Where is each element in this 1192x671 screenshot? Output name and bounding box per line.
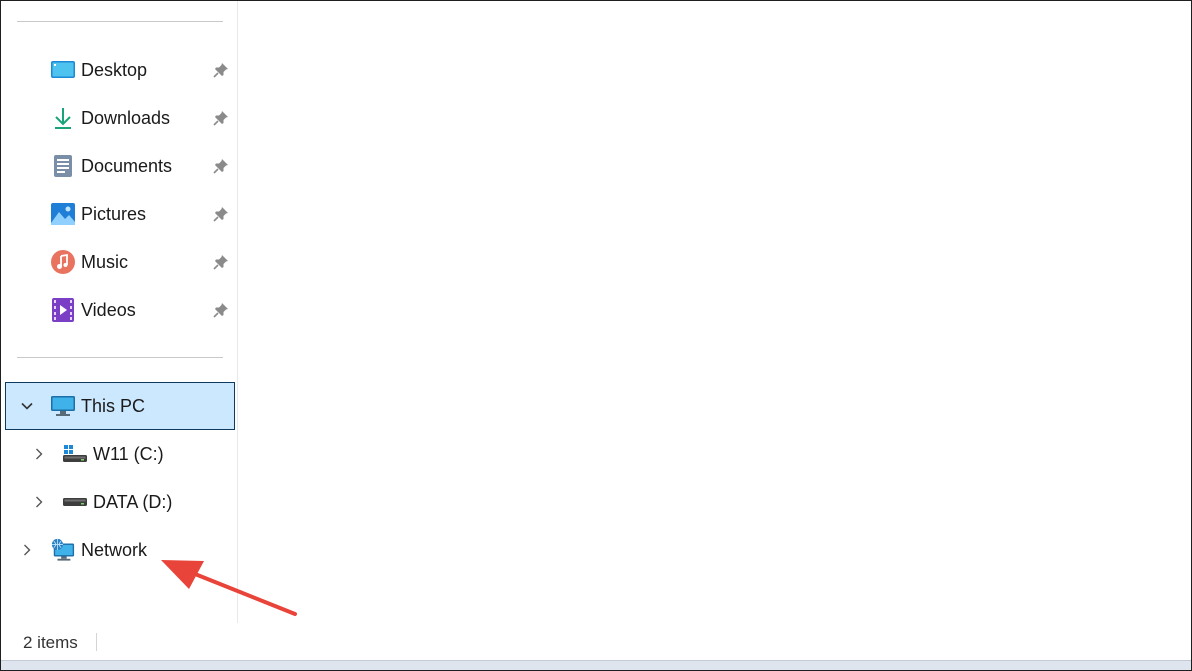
nav-item-pictures[interactable]: Pictures xyxy=(5,191,235,237)
nav-item-music[interactable]: Music xyxy=(5,239,235,285)
pin-icon[interactable] xyxy=(212,61,230,79)
nav-item-label: W11 (C:) xyxy=(93,444,164,464)
item-count: 2 items xyxy=(23,633,78,652)
chevron-right-icon[interactable] xyxy=(20,543,34,557)
nav-item-label: Pictures xyxy=(81,204,147,224)
network-icon xyxy=(51,538,75,562)
nav-item-drive-c[interactable]: W11 (C:) xyxy=(5,431,235,477)
chevron-down-icon[interactable] xyxy=(20,399,34,413)
chevron-right-icon[interactable] xyxy=(32,495,46,509)
file-list-area[interactable] xyxy=(238,1,1191,623)
monitor-icon xyxy=(51,394,75,418)
music-icon xyxy=(51,250,75,274)
nav-item-label: Downloads xyxy=(81,108,171,128)
nav-item-videos[interactable]: Videos xyxy=(5,287,235,333)
pictures-icon xyxy=(51,202,75,226)
pin-icon[interactable] xyxy=(212,205,230,223)
document-icon xyxy=(51,154,75,178)
pin-icon[interactable] xyxy=(212,301,230,319)
nav-item-label: Desktop xyxy=(81,60,148,80)
nav-item-label: DATA (D:) xyxy=(93,492,173,512)
pin-icon[interactable] xyxy=(212,157,230,175)
nav-item-label: This PC xyxy=(81,396,146,416)
nav-item-downloads[interactable]: Downloads xyxy=(5,95,235,141)
navigation-pane: Desktop Downloads Documents Pictures Mus… xyxy=(1,1,238,623)
desktop-icon xyxy=(51,58,75,82)
nav-item-documents[interactable]: Documents xyxy=(5,143,235,189)
status-bar: 2 items xyxy=(1,624,1191,660)
nav-item-network[interactable]: Network xyxy=(5,527,235,573)
windows-drive-icon xyxy=(63,442,87,466)
pin-icon[interactable] xyxy=(212,109,230,127)
nav-item-label: Music xyxy=(81,252,129,272)
download-icon xyxy=(51,106,75,130)
nav-item-desktop[interactable]: Desktop xyxy=(5,47,235,93)
chevron-right-icon[interactable] xyxy=(32,447,46,461)
nav-separator-top xyxy=(17,21,223,22)
nav-item-label: Network xyxy=(81,540,148,560)
nav-item-drive-d[interactable]: DATA (D:) xyxy=(5,479,235,525)
videos-icon xyxy=(51,298,75,322)
status-divider xyxy=(96,633,97,651)
nav-item-label: Videos xyxy=(81,300,136,320)
pin-icon[interactable] xyxy=(212,253,230,271)
nav-separator-bottom xyxy=(17,357,223,358)
file-explorer-window: Desktop Downloads Documents Pictures Mus… xyxy=(0,0,1192,671)
drive-icon xyxy=(63,490,87,514)
nav-item-this-pc[interactable]: This PC xyxy=(5,382,235,430)
window-bottom-edge xyxy=(1,660,1191,670)
nav-item-label: Documents xyxy=(81,156,173,176)
